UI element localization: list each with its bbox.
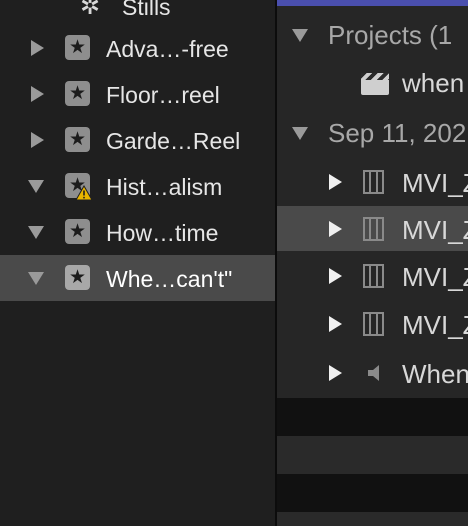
sidebar-item-label: Floor…reel [106, 82, 220, 108]
warning-icon [75, 185, 93, 201]
disclosure-triangle-icon[interactable] [31, 86, 44, 102]
event-star-icon: ★ [65, 265, 90, 290]
clip-row-selected[interactable]: MVI_Z [277, 206, 468, 251]
clip-label: MVI_Z [402, 262, 468, 292]
empty-band [277, 512, 468, 526]
group-date[interactable]: Sep 11, 202 [277, 110, 468, 156]
clip-label: When [402, 359, 468, 389]
group-label: Projects (1 [328, 20, 453, 50]
disclosure-triangle-icon[interactable] [28, 272, 44, 285]
disclosure-triangle-icon[interactable] [28, 180, 44, 193]
event-star-icon: ★ [65, 81, 90, 106]
disclosure-triangle-icon[interactable] [292, 127, 308, 140]
library-sidebar: ✲ Stills ★ Adva…-free ★ Floor…reel ★ Gar… [0, 0, 275, 526]
disclosure-triangle-icon[interactable] [31, 132, 44, 148]
project-label: when [402, 68, 465, 98]
event-star-icon: ★ [65, 35, 90, 60]
film-icon [363, 217, 384, 241]
sidebar-item-event[interactable]: ★ Floor…reel [0, 71, 275, 117]
sidebar-item-event[interactable]: ★ Adva…-free [0, 25, 275, 71]
clip-row[interactable]: MVI_Z [277, 159, 468, 205]
sidebar-item-label: Garde…Reel [106, 128, 241, 154]
disclosure-triangle-icon[interactable] [329, 174, 342, 190]
sidebar-item-event[interactable]: ★ How…time [0, 209, 275, 255]
disclosure-triangle-icon[interactable] [329, 268, 342, 284]
disclosure-triangle-icon[interactable] [329, 316, 342, 332]
sidebar-item-label: Whe…can't" [106, 266, 233, 292]
gear-icon: ✲ [80, 0, 101, 20]
disclosure-triangle-icon[interactable] [28, 226, 44, 239]
group-projects[interactable]: Projects (1 [277, 12, 468, 58]
film-icon [363, 170, 384, 194]
event-star-icon: ★ [65, 219, 90, 244]
sidebar-item-label: Adva…-free [106, 36, 229, 62]
group-label: Sep 11, 202 [328, 118, 467, 148]
film-icon [363, 312, 384, 336]
clip-label: MVI_Z [402, 215, 468, 245]
clip-row[interactable]: MVI_Z [277, 253, 468, 299]
sidebar-item-event[interactable]: ★ Hist…alism [0, 163, 275, 209]
sidebar-item-label: How…time [106, 220, 219, 246]
clip-row[interactable]: MVI_Z [277, 301, 468, 347]
event-star-icon: ★ [65, 127, 90, 152]
disclosure-triangle-icon[interactable] [329, 221, 342, 237]
clip-label: MVI_Z [402, 168, 468, 198]
project-item[interactable]: when [277, 60, 468, 106]
accent-bar [277, 0, 468, 6]
browser-pane: Projects (1 when Sep 11, 202 MVI_Z MVI_Z… [277, 0, 468, 526]
empty-band [277, 436, 468, 474]
disclosure-triangle-icon[interactable] [329, 365, 342, 381]
film-icon [363, 264, 384, 288]
empty-band [277, 474, 468, 512]
sidebar-item-event-selected[interactable]: ★ Whe…can't" [0, 255, 275, 301]
disclosure-triangle-icon[interactable] [31, 40, 44, 56]
disclosure-triangle-icon[interactable] [292, 29, 308, 42]
speaker-icon [368, 365, 379, 381]
clip-label: MVI_Z [402, 310, 468, 340]
empty-band [277, 398, 468, 436]
clapperboard-icon [361, 73, 389, 95]
sidebar-item-event[interactable]: ★ Garde…Reel [0, 117, 275, 163]
sidebar-item-label: Hist…alism [106, 174, 223, 200]
sidebar-item-label: Stills [122, 0, 171, 20]
audio-clip-row[interactable]: When [277, 350, 468, 396]
